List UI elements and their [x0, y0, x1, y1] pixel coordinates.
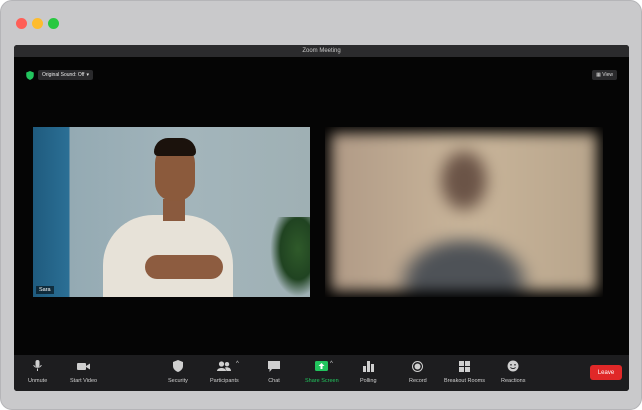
view-button[interactable]: ▦ View: [592, 70, 617, 80]
meeting-toolbar: Unmute Start Video Security Participants: [14, 355, 629, 391]
record-icon: [411, 359, 425, 373]
original-sound-button[interactable]: Original Sound: Off ▾: [38, 70, 93, 80]
unmute-label: Unmute: [28, 378, 48, 384]
participants-label: Participants: [210, 378, 239, 384]
chat-label: Chat: [268, 378, 280, 384]
bar-chart-icon: [361, 359, 375, 373]
grid-icon: ▦: [596, 72, 601, 78]
participant-video-hands: [145, 255, 223, 279]
share-screen-button[interactable]: Share Screen: [305, 359, 339, 384]
plant-background: [270, 217, 310, 297]
share-screen-label: Share Screen: [305, 378, 339, 384]
share-screen-options-caret-icon[interactable]: ^: [330, 361, 333, 367]
original-sound-control[interactable]: Original Sound: Off ▾: [26, 70, 93, 80]
microphone-icon: [31, 359, 45, 373]
security-button[interactable]: Security: [168, 359, 188, 384]
reactions-label: Reactions: [501, 378, 526, 384]
start-video-label: Start Video: [70, 378, 98, 384]
close-window-button[interactable]: [16, 18, 27, 29]
video-tile-blurred[interactable]: [325, 127, 603, 297]
window-title: Zoom Meeting: [14, 45, 629, 57]
video-tile-sara[interactable]: Sara: [33, 127, 310, 297]
window-controls: [16, 18, 59, 29]
participant-name-tag: Sara: [36, 286, 54, 294]
polling-label: Polling: [360, 378, 377, 384]
participants-button[interactable]: Participants: [210, 359, 239, 384]
zoom-window: Zoom Meeting Original Sound: Off ▾ ▦ Vie…: [14, 45, 629, 391]
shield-icon: [171, 359, 185, 373]
record-label: Record: [409, 378, 427, 384]
video-camera-icon: [77, 359, 91, 373]
view-label: View: [602, 72, 613, 78]
meeting-stage: Original Sound: Off ▾ ▦ View Sara: [14, 57, 629, 355]
breakout-rooms-label: Breakout Rooms: [444, 378, 485, 384]
security-label: Security: [168, 378, 188, 384]
chat-bubble-icon: [267, 359, 281, 373]
start-video-button[interactable]: Start Video: [70, 359, 97, 384]
blurred-participant-video: [331, 133, 597, 291]
shield-icon: [26, 70, 34, 80]
record-button[interactable]: Record: [409, 359, 427, 384]
reactions-button[interactable]: Reactions: [501, 359, 525, 384]
minimize-window-button[interactable]: [32, 18, 43, 29]
maximize-window-button[interactable]: [48, 18, 59, 29]
participant-video-neck: [163, 199, 185, 221]
unmute-button[interactable]: Unmute: [28, 359, 47, 384]
chat-button[interactable]: Chat: [267, 359, 281, 384]
app-frame: Zoom Meeting Original Sound: Off ▾ ▦ Vie…: [0, 0, 642, 410]
leave-button[interactable]: Leave: [590, 365, 622, 380]
chevron-down-icon: ▾: [86, 72, 89, 78]
people-icon: [217, 359, 232, 373]
share-screen-icon: [315, 359, 329, 373]
polling-button[interactable]: Polling: [360, 359, 377, 384]
original-sound-label: Original Sound: Off: [42, 72, 85, 78]
participant-video-hair: [154, 138, 196, 156]
breakout-rooms-icon: [457, 359, 471, 373]
smiley-icon: [506, 359, 520, 373]
breakout-rooms-button[interactable]: Breakout Rooms: [444, 359, 485, 384]
participants-options-caret-icon[interactable]: ^: [236, 361, 239, 367]
